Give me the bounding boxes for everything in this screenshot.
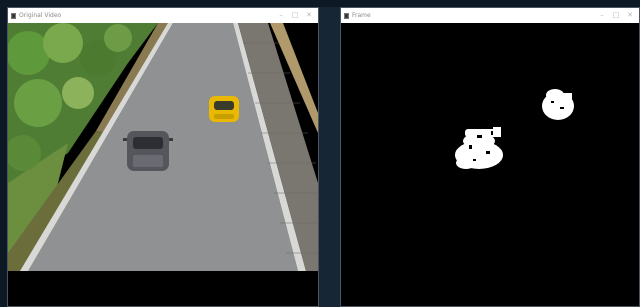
titlebar[interactable]: Frame – □ ✕ bbox=[341, 8, 639, 23]
close-button[interactable]: ✕ bbox=[302, 9, 316, 22]
letterbox bbox=[8, 271, 318, 306]
foliage bbox=[43, 23, 83, 63]
window-controls: – □ ✕ bbox=[595, 8, 637, 23]
video-frame bbox=[8, 23, 318, 306]
window-title: Frame bbox=[352, 12, 371, 19]
window-title: Original Video bbox=[19, 12, 62, 19]
road-scene-image bbox=[8, 23, 318, 306]
foliage bbox=[62, 77, 94, 109]
foliage bbox=[104, 24, 132, 52]
mask-blob-yellow-car bbox=[542, 89, 574, 120]
window-controls: – □ ✕ bbox=[274, 8, 316, 23]
window-gap bbox=[319, 7, 340, 307]
desktop: Original Video – □ ✕ Frame – □ ✕ bbox=[0, 0, 640, 307]
yellow-car bbox=[209, 96, 239, 122]
opencv-window-icon bbox=[344, 12, 349, 19]
titlebar[interactable]: Original Video – □ ✕ bbox=[8, 8, 318, 23]
original-video-window[interactable]: Original Video – □ ✕ bbox=[7, 7, 319, 307]
minimize-button[interactable]: – bbox=[595, 9, 609, 22]
dark-car bbox=[123, 131, 173, 171]
foliage bbox=[8, 31, 50, 75]
minimize-button[interactable]: – bbox=[274, 9, 288, 22]
foliage bbox=[14, 79, 62, 127]
opencv-window-icon bbox=[11, 12, 16, 19]
close-button[interactable]: ✕ bbox=[623, 9, 637, 22]
frame-window[interactable]: Frame – □ ✕ bbox=[340, 7, 640, 307]
foreground-mask-image bbox=[341, 23, 639, 306]
maximize-button[interactable]: □ bbox=[609, 9, 623, 22]
mask-frame bbox=[341, 23, 639, 306]
maximize-button[interactable]: □ bbox=[288, 9, 302, 22]
